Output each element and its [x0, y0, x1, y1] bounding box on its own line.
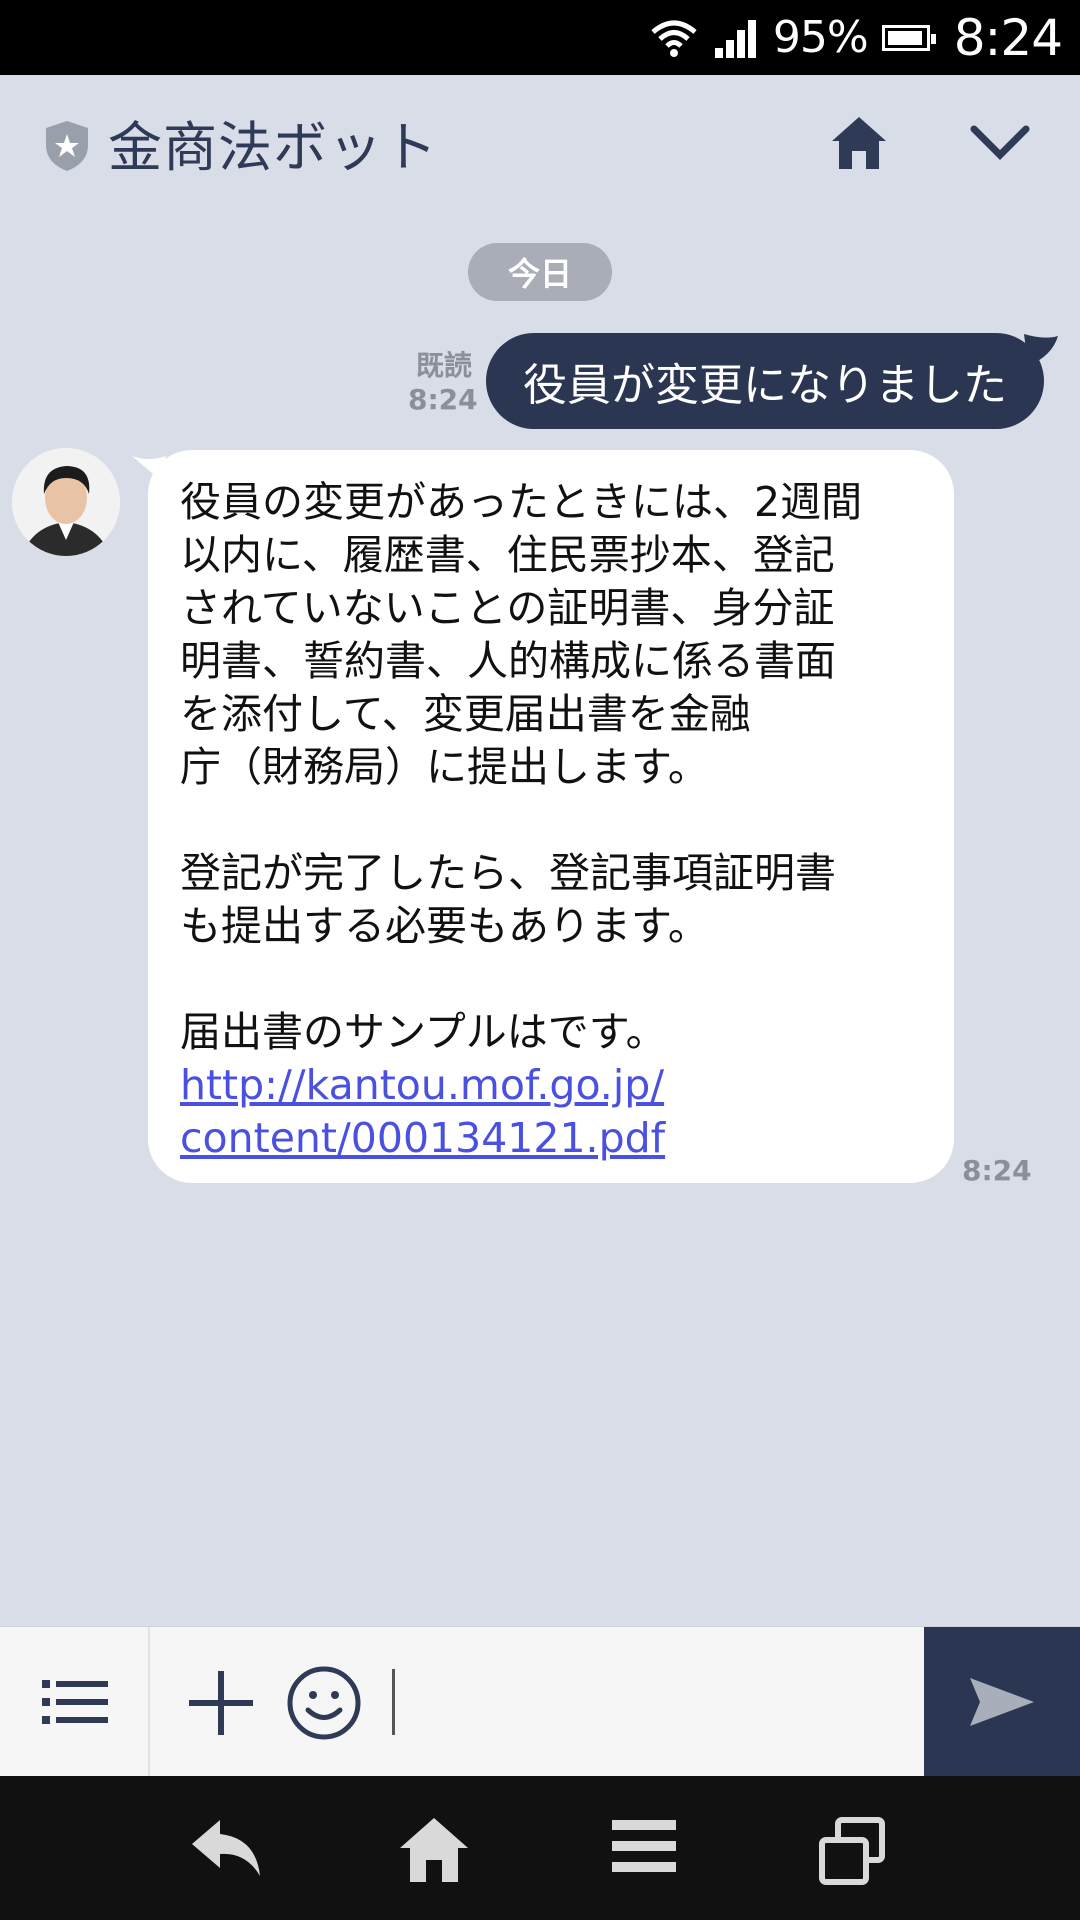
emoji-icon[interactable]	[286, 1665, 362, 1741]
bot-avatar[interactable]	[12, 448, 120, 556]
message-paragraph: 登記が完了したら、登記事項証明書 も提出する必要もあります。	[180, 849, 836, 950]
pdf-link[interactable]: http://kantou.mof.go.jp/ content/0001341…	[180, 1059, 924, 1165]
status-right: 95% 8:24	[649, 0, 1063, 75]
text-cursor	[392, 1669, 395, 1735]
back-icon[interactable]	[190, 1816, 264, 1880]
nav-home-icon[interactable]	[398, 1816, 470, 1884]
send-button[interactable]	[924, 1627, 1080, 1777]
message-paragraph: 届出書のサンプルはです。	[180, 1008, 667, 1056]
status-time: 8:24	[953, 8, 1063, 67]
nav-menu-icon[interactable]	[610, 1816, 678, 1876]
outgoing-time: 8:24	[408, 383, 478, 416]
date-divider: 今日	[468, 243, 612, 301]
home-icon[interactable]	[830, 115, 888, 171]
avatar-portrait-icon	[12, 448, 120, 556]
chat-title[interactable]: 金商法ボット	[108, 103, 438, 182]
message-paragraph: 役員の変更があったときには、2週間 以内に、履歴書、住民票抄本、登記 されていな…	[180, 478, 863, 791]
send-icon	[970, 1678, 1034, 1726]
read-label: 既読	[415, 349, 472, 382]
shield-star-icon	[46, 121, 88, 171]
incoming-message-bubble[interactable]: 役員の変更があったときには、2週間 以内に、履歴書、住民票抄本、登記 されていな…	[148, 450, 954, 1183]
outgoing-message-bubble[interactable]: 役員が変更になりました	[486, 333, 1044, 429]
chevron-down-icon[interactable]	[970, 125, 1030, 161]
system-nav-bar	[0, 1776, 1080, 1920]
battery-icon	[881, 24, 936, 51]
menu-button[interactable]	[0, 1627, 150, 1777]
signal-icon	[714, 19, 756, 58]
message-input[interactable]	[400, 1657, 904, 1749]
menu-list-icon	[42, 1680, 108, 1724]
status-bar: 95% 8:24	[0, 0, 1080, 75]
battery-percent: 95%	[772, 12, 869, 63]
chat-header: 金商法ボット	[0, 75, 1080, 221]
plus-icon[interactable]	[185, 1667, 257, 1739]
wifi-icon	[651, 20, 697, 57]
recent-apps-icon[interactable]	[818, 1816, 888, 1886]
incoming-time: 8:24	[962, 1154, 1032, 1187]
read-receipt: 既読 8:24	[408, 349, 478, 417]
message-input-bar	[0, 1626, 1080, 1777]
